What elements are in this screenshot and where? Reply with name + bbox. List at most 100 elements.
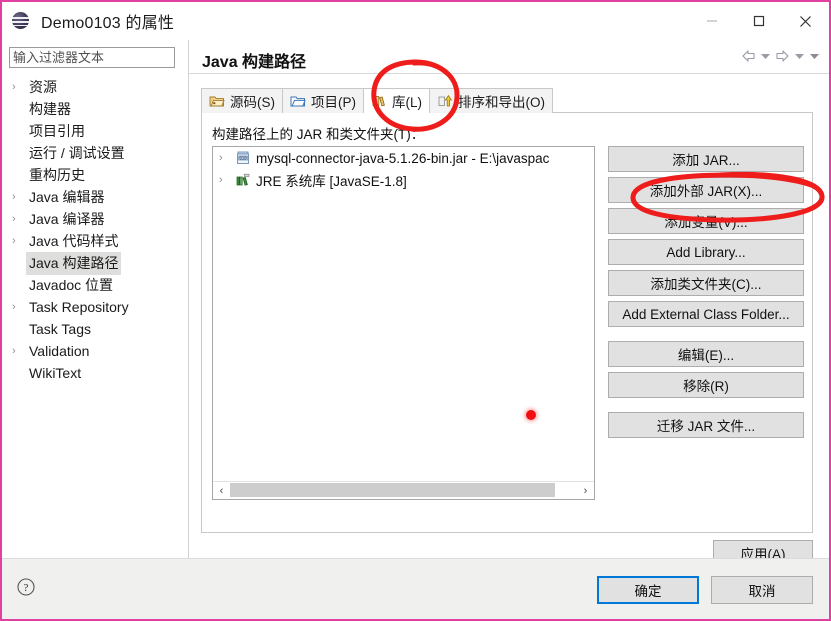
sidebar-item-label: 重构历史 <box>29 166 85 183</box>
settings-tree: › 资源 构建器 项目引用 运行 / 调试设置 重构历史 › Java 编辑器 … <box>2 76 184 384</box>
project-folder-icon <box>290 96 306 107</box>
chevron-right-icon[interactable]: › <box>10 213 26 225</box>
list-item-label: JRE 系统库 [JavaSE-1.8] <box>256 174 407 189</box>
tab-source[interactable]: 源码(S) <box>201 88 283 113</box>
sidebar-item-task-repository[interactable]: › Task Repository <box>2 296 184 318</box>
sidebar-item-builders[interactable]: 构建器 <box>2 98 184 120</box>
sidebar-item-label: 运行 / 调试设置 <box>29 144 125 161</box>
properties-dialog: Demo0103 的属性 输入过滤器文本 › 资源 构建器 项目引用 运行 / … <box>0 0 831 621</box>
add-variable-button[interactable]: 添加变量(V)... <box>608 208 804 234</box>
maximize-button[interactable] <box>735 2 782 40</box>
content-pane: Java 构建路径 源码(S) 项目(P) 库(L) 排序和导出(O) 构建路径… <box>188 40 829 566</box>
list-item[interactable]: › JRE 系统库 [JavaSE-1.8] <box>213 169 594 191</box>
window-title: Demo0103 的属性 <box>41 15 175 32</box>
tab-projects[interactable]: 项目(P) <box>282 88 364 113</box>
sidebar-item-wikitext[interactable]: WikiText <box>2 362 184 384</box>
list-item-label: mysql-connector-java-5.1.26-bin.jar - E:… <box>256 150 550 166</box>
view-menu-button[interactable] <box>807 46 821 66</box>
chevron-right-icon[interactable]: › <box>10 235 26 247</box>
tab-label: 排序和导出(O) <box>458 95 545 110</box>
sidebar-item-java-build-path[interactable]: Java 构建路径 <box>2 251 184 275</box>
apply-row: 应用(A) <box>189 540 829 566</box>
help-button[interactable]: ? <box>15 576 37 598</box>
footer-buttons: 确定 取消 <box>597 576 813 604</box>
chevron-right-icon[interactable]: › <box>10 301 26 313</box>
library-icon <box>372 96 385 107</box>
add-external-class-folder-button[interactable]: Add External Class Folder... <box>608 301 804 327</box>
remove-button[interactable]: 移除(R) <box>608 372 804 398</box>
chevron-down-icon <box>794 54 804 59</box>
svg-text:010: 010 <box>239 156 247 161</box>
window-controls <box>688 2 829 40</box>
eclipse-properties-icon <box>12 12 30 30</box>
header-navigation <box>739 46 821 66</box>
order-export-icon <box>438 94 453 107</box>
tab-order-and-export[interactable]: 排序和导出(O) <box>429 88 553 113</box>
scrollbar-thumb[interactable] <box>230 483 555 497</box>
chevron-right-icon[interactable]: › <box>219 174 235 186</box>
scroll-left-button[interactable]: ‹ <box>213 482 230 499</box>
arrow-right-icon <box>775 50 789 62</box>
list-item[interactable]: › 010 mysql-connector-java-5.1.26-bin.ja… <box>213 147 594 169</box>
tab-label: 库(L) <box>392 95 422 110</box>
chevron-down-icon <box>809 54 819 59</box>
sidebar-item-label: Task Tags <box>29 320 91 337</box>
chevron-right-icon[interactable]: › <box>219 152 235 164</box>
ok-button[interactable]: 确定 <box>597 576 699 604</box>
sidebar-item-label: Task Repository <box>29 298 129 315</box>
dialog-footer: ? 确定 取消 <box>2 558 829 619</box>
sidebar-item-validation[interactable]: › Validation <box>2 340 184 362</box>
sidebar-item-project-references[interactable]: 项目引用 <box>2 120 184 142</box>
sidebar-item-label: Java 编辑器 <box>29 188 105 205</box>
minimize-button[interactable] <box>688 2 735 40</box>
filter-input[interactable] <box>9 47 175 68</box>
sidebar-item-java-editor[interactable]: › Java 编辑器 <box>2 186 184 208</box>
scrollbar-track[interactable] <box>230 482 577 499</box>
back-button[interactable] <box>739 46 757 66</box>
back-history-button[interactable] <box>758 46 772 66</box>
scroll-right-button[interactable]: › <box>577 482 594 499</box>
horizontal-scrollbar[interactable]: ‹ › <box>213 481 594 499</box>
forward-history-button[interactable] <box>792 46 806 66</box>
chevron-right-icon[interactable]: › <box>10 345 26 357</box>
sidebar-item-resource[interactable]: › 资源 <box>2 76 184 98</box>
sidebar-item-label: Validation <box>29 342 90 359</box>
sidebar-item-label: Java 编译器 <box>29 210 105 227</box>
sidebar-item-refactoring-history[interactable]: 重构历史 <box>2 164 184 186</box>
sidebar-item-java-code-style[interactable]: › Java 代码样式 <box>2 230 184 252</box>
arrow-left-icon <box>741 50 755 62</box>
forward-button[interactable] <box>773 46 791 66</box>
add-class-folder-button[interactable]: 添加类文件夹(C)... <box>608 270 804 296</box>
sidebar-item-label: 项目引用 <box>29 122 85 139</box>
annotation-red-dot <box>526 410 536 420</box>
sidebar-item-label: WikiText <box>29 364 82 381</box>
sidebar-item-label: 资源 <box>29 78 57 95</box>
close-button[interactable] <box>782 2 829 40</box>
migrate-jar-file-button[interactable]: 迁移 JAR 文件... <box>608 412 804 438</box>
libraries-tab-panel: 构建路径上的 JAR 和类文件夹(T)： › 010 mysql-connect… <box>201 112 813 533</box>
add-library-button[interactable]: Add Library... <box>608 239 804 265</box>
list-caption: 构建路径上的 JAR 和类文件夹(T)： <box>212 127 425 142</box>
cancel-button[interactable]: 取消 <box>711 576 813 604</box>
title-bar: Demo0103 的属性 <box>2 2 829 40</box>
sidebar-item-task-tags[interactable]: Task Tags <box>2 318 184 340</box>
classpath-actions: 添加 JAR... 添加外部 JAR(X)... 添加变量(V)... Add … <box>608 146 804 443</box>
tab-libraries[interactable]: 库(L) <box>363 88 430 113</box>
chevron-right-icon[interactable]: › <box>10 81 26 93</box>
add-jar-button[interactable]: 添加 JAR... <box>608 146 804 172</box>
sidebar-item-java-compiler[interactable]: › Java 编译器 <box>2 208 184 230</box>
tab-label: 项目(P) <box>311 95 356 110</box>
sidebar-item-run-debug-settings[interactable]: 运行 / 调试设置 <box>2 142 184 164</box>
tab-label: 源码(S) <box>230 95 275 110</box>
help-icon: ? <box>17 578 35 596</box>
close-icon <box>800 15 811 27</box>
minimize-icon <box>706 20 717 22</box>
classpath-list[interactable]: › 010 mysql-connector-java-5.1.26-bin.ja… <box>212 146 595 500</box>
page-title: Java 构建路径 <box>202 54 307 71</box>
sidebar-item-javadoc-location[interactable]: Javadoc 位置 <box>2 274 184 296</box>
chevron-right-icon[interactable]: › <box>10 191 26 203</box>
edit-button[interactable]: 编辑(E)... <box>608 341 804 367</box>
sidebar-item-label: Java 构建路径 <box>26 251 122 275</box>
add-external-jar-button[interactable]: 添加外部 JAR(X)... <box>608 177 804 203</box>
content-header: Java 构建路径 <box>189 40 829 74</box>
